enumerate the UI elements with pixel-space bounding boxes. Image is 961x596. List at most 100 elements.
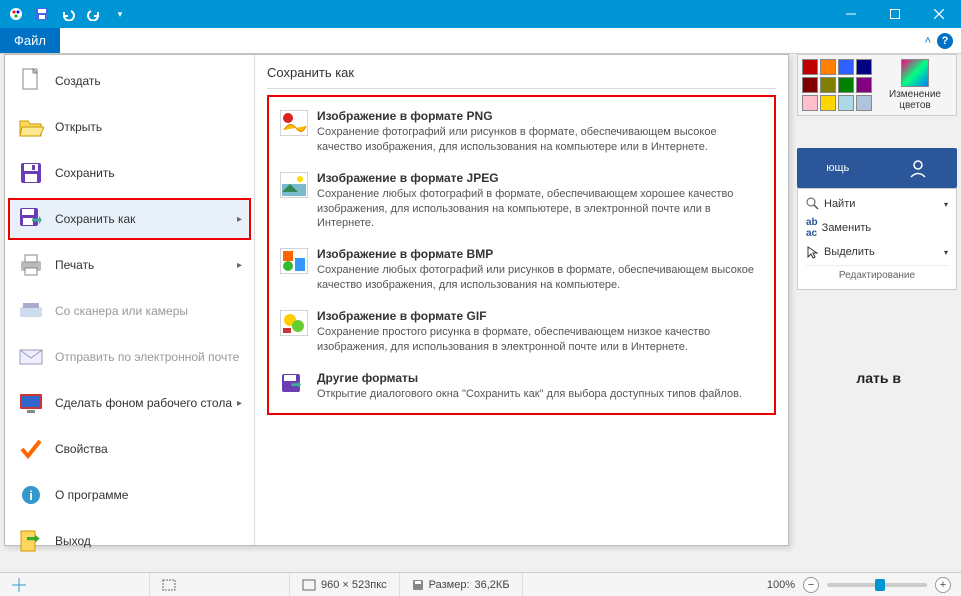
replace-label: Заменить [822,222,871,234]
svg-text:i: i [29,488,33,503]
scanner-icon [17,297,45,325]
format-title: Изображение в формате GIF [317,309,764,323]
quick-access-toolbar: ▾ [0,4,130,24]
menu-item-email[interactable]: Отправить по электронной почте [9,337,250,377]
select-label: Выделить [824,246,875,258]
open-folder-icon [17,113,45,141]
save-floppy-icon [17,159,45,187]
replace-button[interactable]: abac Заменить [806,217,948,239]
menu-item-print[interactable]: Печать ▸ [9,245,250,285]
info-icon: i [17,481,45,509]
gif-icon [279,309,309,337]
find-label: Найти [824,198,855,210]
menu-item-new[interactable]: Создать [9,61,250,101]
dropdown-icon: ▾ [944,248,948,257]
minimize-button[interactable] [829,0,873,28]
editing-group-label: Редактирование [806,265,948,281]
size-label: Размер: [429,579,470,591]
crosshair-icon [12,578,26,592]
format-bmp[interactable]: Изображение в формате BMP Сохранение люб… [273,239,770,301]
dimensions-icon [302,579,316,591]
ribbon-tabs: Файл ˄ ? [0,28,961,54]
menu-item-label: Выход [55,534,91,548]
status-dimensions: 960 × 523пкс [290,573,400,596]
person-icon [908,158,928,178]
menu-item-scanner[interactable]: Со сканера или камеры [9,291,250,331]
word-editing-group: Найти ▾ abac Заменить Выделить ▾ Редакти… [797,188,957,290]
format-title: Изображение в формате BMP [317,247,764,261]
titlebar: ▾ [0,0,961,28]
menu-item-label: Отправить по электронной почте [55,350,239,364]
status-position [0,573,150,596]
undo-icon[interactable] [58,4,78,24]
menu-item-open[interactable]: Открыть [9,107,250,147]
save-as-icon [17,205,45,233]
format-png[interactable]: Изображение в формате PNG Сохранение фот… [273,101,770,163]
chevron-right-icon: ▸ [237,398,242,409]
canvas-text-fragment: лать в [856,370,901,386]
zoom-thumb[interactable] [875,579,885,591]
checkmark-icon [17,435,45,463]
format-desc: Сохранение простого рисунка в формате, о… [317,325,764,355]
redo-icon[interactable] [84,4,104,24]
selection-icon [162,579,176,591]
new-file-icon [17,67,45,95]
desktop-icon [17,389,45,417]
zoom-slider[interactable] [827,583,927,587]
save-as-submenu: Сохранить как Изображение в формате PNG … [255,55,788,545]
menu-item-exit[interactable]: Выход [9,521,250,561]
chevron-right-icon: ▸ [237,214,242,225]
dropdown-icon: ▾ [944,200,948,209]
search-icon [806,197,820,211]
bmp-icon [279,247,309,275]
printer-icon [17,251,45,279]
menu-item-label: Со сканера или камеры [55,304,188,318]
menu-item-properties[interactable]: Свойства [9,429,250,469]
menu-item-label: Сохранить [55,166,115,180]
format-desc: Сохранение любых фотографий или рисунков… [317,263,764,293]
right-background-pane: Изменение цветов ющь Найти ▾ abac Замени… [797,54,957,290]
format-gif[interactable]: Изображение в формате GIF Сохранение про… [273,301,770,363]
word-ribbon-fragment: ющь [797,148,957,188]
color-palette[interactable] [802,59,872,111]
menu-item-save-as[interactable]: Сохранить как ▸ [9,199,250,239]
qat-dropdown-icon[interactable]: ▾ [110,4,130,24]
find-button[interactable]: Найти ▾ [806,197,948,211]
format-jpeg[interactable]: Изображение в формате JPEG Сохранение лю… [273,163,770,240]
menu-item-label: О программе [55,488,128,502]
edit-colors-button[interactable]: Изменение цветов [878,59,952,111]
menu-item-label: Создать [55,74,101,88]
zoom-in-button[interactable]: + [935,577,951,593]
status-zoom: 100% − + [757,577,961,593]
ribbon-collapse-icon[interactable]: ˄ [925,35,931,47]
window-controls [829,0,961,28]
close-button[interactable] [917,0,961,28]
maximize-button[interactable] [873,0,917,28]
zoom-out-button[interactable]: − [803,577,819,593]
help-icon[interactable]: ? [937,33,953,49]
app-icon [6,4,26,24]
menu-item-label: Сохранить как [55,212,135,226]
envelope-icon [17,343,45,371]
jpeg-icon [279,171,309,199]
format-other[interactable]: Другие форматы Открытие диалогового окна… [273,363,770,410]
disk-icon [412,579,424,591]
format-title: Другие форматы [317,371,764,385]
select-button[interactable]: Выделить ▾ [806,245,948,259]
chevron-right-icon: ▸ [237,260,242,271]
zoom-value: 100% [767,579,795,591]
menu-item-label: Печать [55,258,94,272]
format-title: Изображение в формате PNG [317,109,764,123]
png-icon [279,109,309,137]
menu-item-desktop-bg[interactable]: Сделать фоном рабочего стола ▸ [9,383,250,423]
word-help-label: ющь [826,162,849,174]
menu-item-label: Открыть [55,120,102,134]
format-desc: Сохранение фотографий или рисунков в фор… [317,125,764,155]
menu-item-about[interactable]: i О программе [9,475,250,515]
exit-icon [17,527,45,555]
file-tab[interactable]: Файл [0,28,60,53]
save-icon[interactable] [32,4,52,24]
other-format-icon [279,371,309,399]
menu-item-save[interactable]: Сохранить [9,153,250,193]
dimensions-value: 960 × 523пкс [321,579,387,591]
